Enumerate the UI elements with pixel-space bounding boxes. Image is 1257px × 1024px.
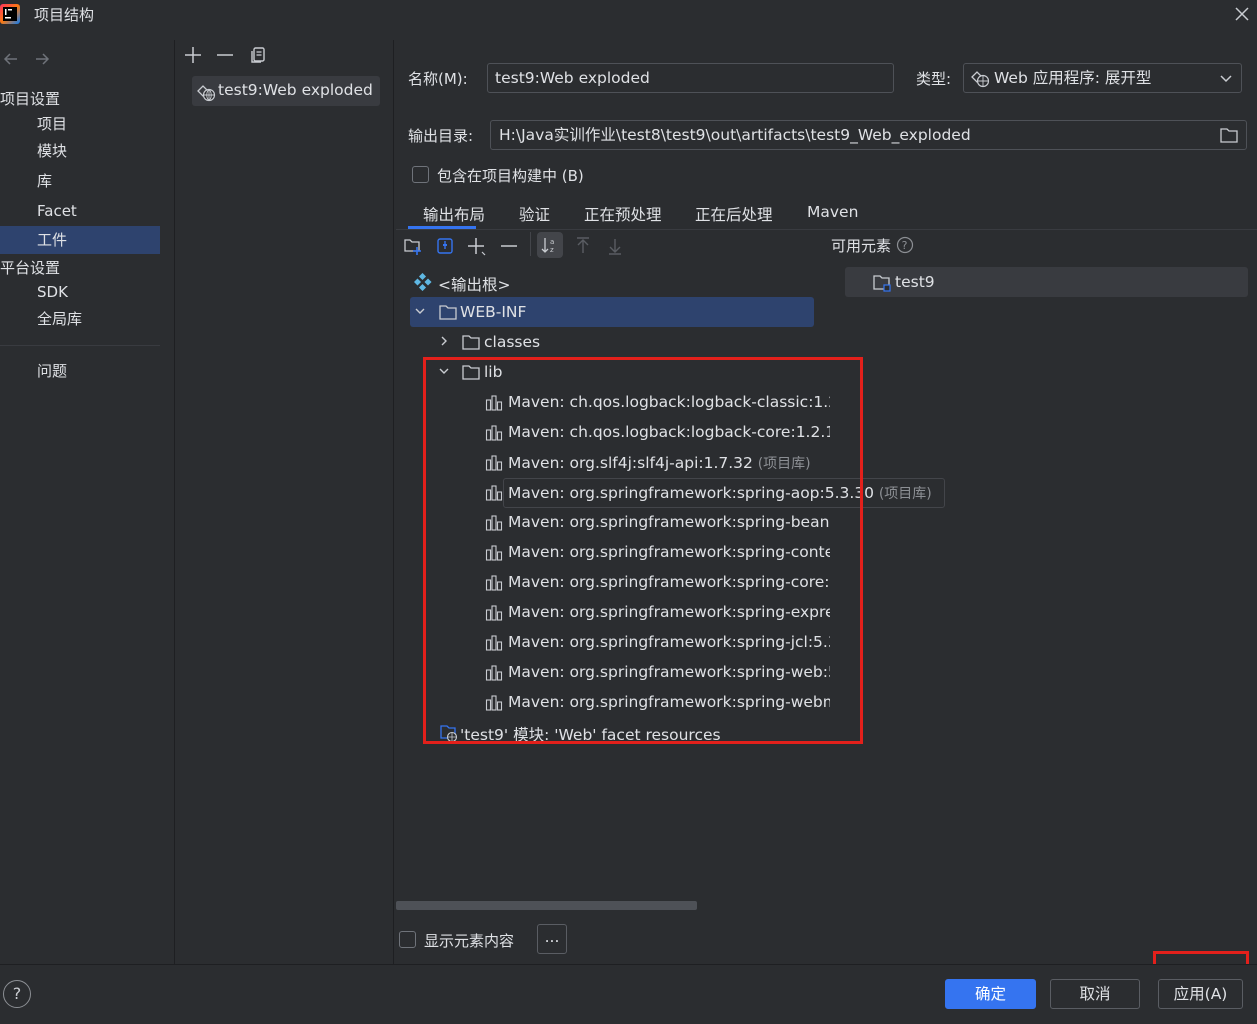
- platform-settings-header: 平台设置: [0, 259, 61, 277]
- available-elements-label: 可用元素: [831, 237, 892, 255]
- tree-web-inf-label: WEB-INF: [460, 303, 527, 321]
- close-icon[interactable]: [1232, 4, 1252, 24]
- archive-icon[interactable]: [435, 236, 455, 256]
- help-circle-icon[interactable]: ?: [896, 236, 914, 254]
- module-folder-icon: [872, 273, 892, 293]
- available-item-label: test9: [895, 273, 935, 291]
- show-content-checkbox[interactable]: [399, 931, 416, 948]
- tab-pre-processing[interactable]: 正在预处理: [584, 203, 662, 225]
- folder-icon: [438, 303, 458, 321]
- add-icon[interactable]: [183, 45, 203, 65]
- nav-item-sdk[interactable]: SDK: [0, 278, 160, 306]
- web-artifact-icon: [196, 82, 216, 102]
- tab-output-layout[interactable]: 输出布局: [423, 203, 485, 225]
- include-in-build-label: 包含在项目构建中 (B): [437, 167, 584, 185]
- type-select[interactable]: Web 应用程序: 展开型: [963, 63, 1242, 93]
- tabs-divider: [396, 229, 1257, 230]
- remove-icon[interactable]: [215, 45, 235, 65]
- nav-item-global-libraries[interactable]: 全局库: [0, 305, 160, 333]
- nav-item-problems[interactable]: 问题: [0, 357, 160, 385]
- tab-validation[interactable]: 验证: [519, 203, 550, 225]
- remove-element-icon[interactable]: [499, 236, 519, 256]
- add-element-icon[interactable]: [467, 236, 487, 256]
- web-app-icon: [970, 68, 990, 88]
- show-content-label: 显示元素内容: [424, 932, 515, 950]
- move-up-icon[interactable]: [573, 236, 593, 256]
- project-settings-header: 项目设置: [0, 90, 61, 108]
- copy-icon[interactable]: [248, 45, 268, 65]
- chevron-down-icon[interactable]: [1218, 70, 1234, 86]
- forward-arrow-icon[interactable]: [33, 50, 51, 68]
- tab-post-processing[interactable]: 正在后处理: [695, 203, 773, 225]
- title-bar: [0, 0, 1257, 28]
- new-directory-icon[interactable]: [403, 236, 423, 256]
- include-in-build-checkbox[interactable]: [412, 166, 429, 183]
- back-arrow-icon[interactable]: [2, 50, 20, 68]
- type-label: 类型:: [916, 70, 952, 88]
- apply-button[interactable]: 应用(A): [1158, 979, 1243, 1009]
- cancel-button[interactable]: 取消: [1050, 979, 1140, 1009]
- help-button[interactable]: ?: [3, 980, 31, 1008]
- nav-item-facet[interactable]: Facet: [0, 197, 160, 225]
- nav-item-libraries[interactable]: 库: [0, 167, 160, 195]
- ok-button[interactable]: 确定: [945, 979, 1036, 1009]
- svg-text:?: ?: [902, 239, 908, 252]
- name-input[interactable]: test9:Web exploded: [487, 63, 894, 93]
- output-dir-input[interactable]: H:\Java实训作业\test8\test9\out\artifacts\te…: [490, 120, 1247, 150]
- chevron-right-icon[interactable]: [437, 334, 451, 348]
- folder-icon: [461, 333, 481, 351]
- output-dir-label: 输出目录:: [408, 127, 474, 145]
- artifacts-list-panel: [176, 40, 394, 964]
- svg-text:z: z: [550, 246, 554, 254]
- more-button[interactable]: ...: [537, 924, 567, 954]
- svg-text:a: a: [550, 238, 554, 246]
- tree-classes[interactable]: classes: [484, 333, 540, 351]
- artifact-item-label: test9:Web exploded: [218, 81, 373, 99]
- nav-item-artifacts[interactable]: 工件: [0, 226, 160, 254]
- window-title: 项目结构: [34, 6, 95, 24]
- nav-item-modules[interactable]: 模块: [0, 137, 160, 165]
- nav-item-project[interactable]: 项目: [0, 110, 160, 138]
- output-root-icon: [414, 273, 432, 291]
- nav-divider: [0, 345, 160, 346]
- tab-maven[interactable]: Maven: [807, 203, 858, 221]
- move-down-icon[interactable]: [605, 236, 625, 256]
- sort-alphabetically-icon: az: [540, 235, 560, 255]
- name-label: 名称(M):: [408, 70, 468, 88]
- horizontal-scrollbar[interactable]: [396, 901, 697, 910]
- tree-output-root[interactable]: <输出根>: [438, 273, 510, 295]
- toolbar-separator: [530, 232, 531, 256]
- folder-browse-icon[interactable]: [1219, 126, 1239, 144]
- library-hint: (项目库): [878, 486, 932, 502]
- chevron-down-icon[interactable]: [413, 304, 427, 318]
- highlight-box-libraries: [423, 357, 863, 744]
- intellij-logo-icon: [0, 4, 20, 24]
